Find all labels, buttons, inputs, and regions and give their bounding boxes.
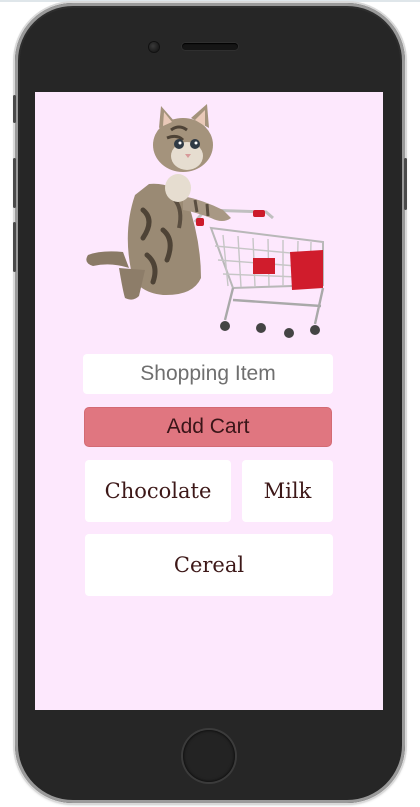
kitten-cart-illustration — [86, 104, 325, 338]
shopping-item-input[interactable] — [83, 354, 333, 394]
silent-switch — [13, 95, 16, 123]
power-button — [404, 158, 407, 210]
cart-item-cereal[interactable]: Cereal — [85, 534, 333, 596]
volume-down-button — [13, 222, 16, 272]
shopping-cart-icon — [193, 208, 325, 338]
cart-item-milk[interactable]: Milk — [242, 460, 333, 522]
app-screen: Add Cart Chocolate Milk Cereal — [35, 92, 383, 710]
kitten-icon — [86, 104, 231, 300]
home-button[interactable] — [183, 730, 235, 782]
cart-item-label: Milk — [263, 479, 312, 503]
top-divider — [0, 0, 420, 2]
cart-item-label: Chocolate — [104, 479, 212, 503]
shopping-item-field[interactable] — [83, 354, 333, 394]
add-cart-button[interactable]: Add Cart — [84, 407, 332, 447]
earpiece-speaker — [182, 43, 238, 50]
cart-item-chocolate[interactable]: Chocolate — [85, 460, 231, 522]
cart-item-label: Cereal — [173, 553, 245, 577]
front-camera-icon — [149, 42, 159, 52]
volume-up-button — [13, 158, 16, 208]
